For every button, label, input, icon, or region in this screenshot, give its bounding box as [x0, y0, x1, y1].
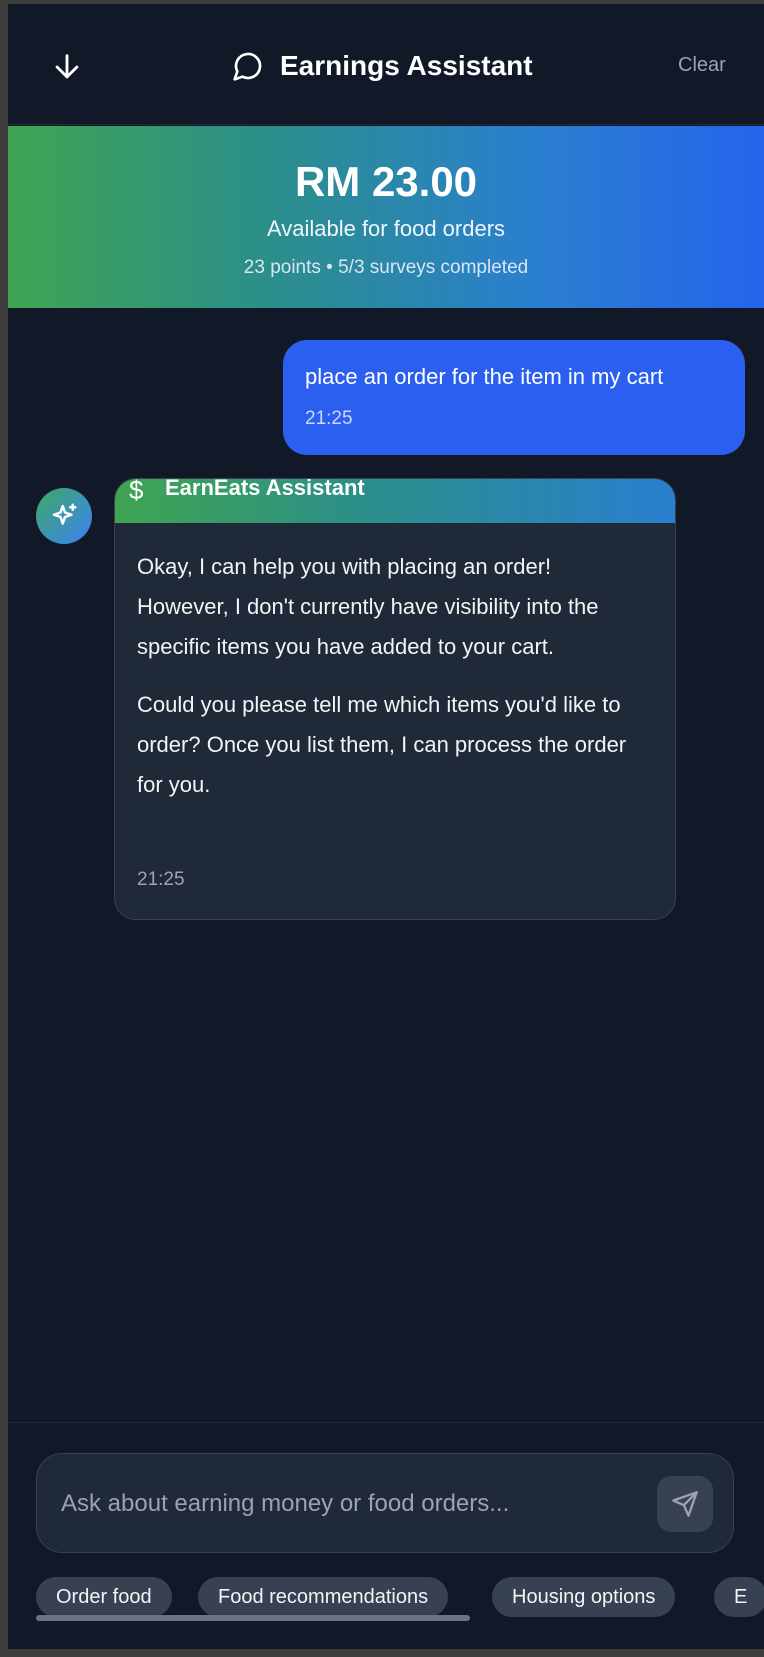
- chat-bubble-icon: [233, 52, 262, 81]
- chip-truncated[interactable]: E: [714, 1577, 764, 1617]
- header: Earnings Assistant Clear: [8, 4, 764, 125]
- sparkles-icon: [52, 503, 77, 525]
- assistant-message-time: 21:25: [137, 869, 185, 890]
- assistant-paragraph: Okay, I can help you with placing an ord…: [137, 554, 599, 659]
- horizontal-scrollbar[interactable]: [36, 1615, 470, 1621]
- chip-housing-options[interactable]: Housing options: [492, 1577, 676, 1617]
- balance-banner: RM 23.00 Available for food orders 23 po…: [8, 126, 764, 308]
- assistant-paragraph: Could you please tell me which items you…: [137, 692, 627, 797]
- assistant-message-header: $ EarnEats Assistant: [115, 479, 675, 523]
- message-input[interactable]: [59, 1484, 623, 1524]
- dollar-icon: $: [129, 478, 144, 505]
- user-message-text: place an order for the item in my cart: [305, 364, 664, 389]
- balance-subtitle: Available for food orders: [266, 216, 506, 241]
- assistant-name: EarnEats Assistant: [165, 478, 365, 500]
- header-title-group: Earnings Assistant: [232, 46, 533, 86]
- suggestion-chips: Order food Food recommendations Housing …: [36, 1577, 764, 1619]
- assistant-message: $ EarnEats Assistant Okay, I can help yo…: [114, 478, 676, 920]
- arrow-down-icon: [55, 54, 79, 79]
- assistant-message-body: Okay, I can help you with placing an ord…: [137, 547, 647, 823]
- balance-amount: RM 23.00: [294, 158, 478, 205]
- minimize-button[interactable]: [50, 50, 84, 84]
- user-message: place an order for the item in my cart 2…: [283, 340, 745, 455]
- page-title: Earnings Assistant: [280, 50, 533, 81]
- send-icon: [672, 1491, 698, 1517]
- message-input-box: [36, 1453, 734, 1553]
- send-button[interactable]: [657, 1476, 713, 1532]
- chip-food-recommendations[interactable]: Food recommendations: [198, 1577, 449, 1617]
- clear-button[interactable]: Clear: [678, 54, 726, 77]
- chat-app: Earnings Assistant Clear RM 23.00 Availa…: [8, 4, 764, 1649]
- user-message-time: 21:25: [305, 408, 353, 429]
- assistant-avatar: [36, 488, 92, 544]
- chip-order-food[interactable]: Order food: [36, 1577, 172, 1617]
- balance-stats: 23 points • 5/3 surveys completed: [243, 257, 529, 278]
